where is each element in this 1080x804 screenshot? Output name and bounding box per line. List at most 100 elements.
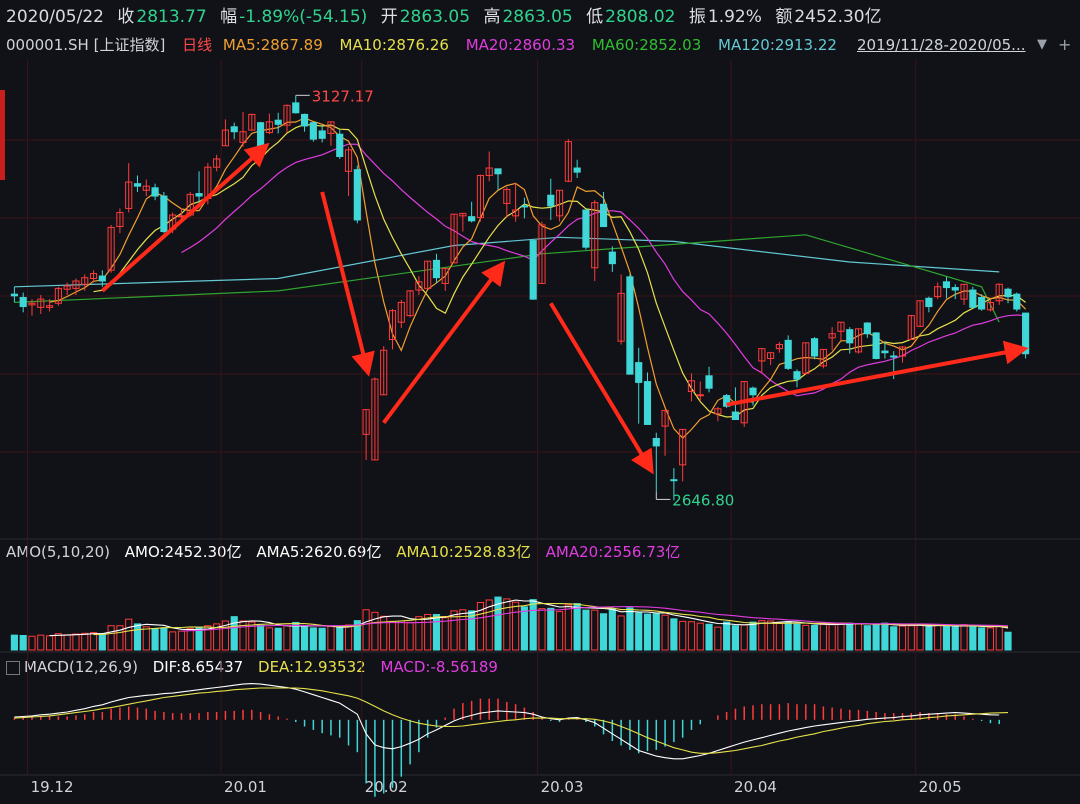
amo-bar: [441, 617, 449, 651]
candle-body: [432, 259, 441, 279]
candle-body: [626, 276, 634, 375]
trend-arrow-up: [382, 260, 506, 425]
amo-bar: [819, 623, 827, 651]
candle-body: [969, 289, 977, 308]
candle-body: [529, 240, 537, 300]
amo-bar: [591, 609, 599, 651]
min-label: 2646.80: [672, 491, 734, 509]
amo-bar: [854, 623, 863, 651]
amo-bar: [573, 603, 581, 651]
amo-bar: [257, 624, 265, 651]
amo-bar: [512, 601, 520, 651]
candle-body: [731, 411, 740, 421]
amo-bar: [459, 609, 467, 651]
candle-body: [160, 195, 168, 233]
amo-bar: [406, 621, 414, 651]
amo-bar: [872, 623, 880, 651]
amo-bar: [54, 633, 62, 651]
candle-body: [468, 216, 476, 222]
candle-body: [195, 193, 203, 197]
candle-body: [652, 437, 660, 447]
candle-body: [10, 293, 18, 297]
amo-bar: [283, 624, 291, 651]
candle-body: [599, 203, 608, 228]
amo-bar: [538, 608, 546, 651]
amo-bar: [432, 613, 441, 651]
candle-body: [925, 297, 933, 308]
amo-bar: [186, 628, 194, 651]
amo-bar: [19, 635, 27, 651]
x-tick-label: 19.12: [31, 778, 74, 796]
amo-bar: [336, 627, 344, 651]
amo-bar: [151, 628, 159, 651]
amo-bar: [582, 609, 590, 651]
x-tick-label: 20.02: [365, 778, 408, 796]
candle-body: [547, 194, 555, 207]
x-tick-label: 20.05: [919, 778, 962, 796]
amo-bar: [960, 624, 968, 651]
candle-body: [942, 281, 951, 289]
amo-bar: [758, 620, 766, 651]
amo-bar: [907, 625, 915, 651]
amo-bar: [951, 626, 959, 651]
trend-arrow-up: [101, 142, 270, 293]
candles: [10, 95, 1030, 501]
amo-bar: [837, 622, 845, 651]
amo-bar: [679, 620, 687, 651]
amo-bar: [274, 627, 282, 651]
candle-body: [793, 371, 801, 380]
amo-bar: [775, 621, 783, 651]
max-label: 3127.17: [312, 87, 374, 105]
amo-bar: [898, 625, 907, 651]
amo-bar: [784, 621, 792, 651]
amo-bar: [687, 621, 696, 651]
candle-body: [749, 387, 757, 396]
grid-lines: [0, 60, 1080, 776]
amo-bar: [740, 624, 748, 651]
amo-bar: [344, 624, 353, 651]
candle-body: [300, 113, 309, 127]
amo-bar: [547, 607, 555, 651]
candle-body: [608, 251, 616, 265]
amo-bar: [177, 630, 186, 651]
amo-bar: [98, 633, 106, 651]
amo-bar: [723, 621, 731, 651]
amo-bar: [652, 613, 660, 651]
amo-bar: [160, 627, 168, 651]
candle-body: [292, 102, 300, 114]
amo-bar: [696, 622, 704, 651]
candle-body: [881, 350, 889, 354]
candle-body: [872, 332, 880, 359]
amo-bar: [599, 613, 608, 651]
ma60-line: [14, 234, 1000, 323]
amo-bar: [731, 625, 740, 651]
candle-body: [353, 169, 361, 221]
candle-body: [810, 338, 819, 357]
ma120-line: [14, 236, 1000, 288]
amo-bar: [1004, 631, 1012, 651]
amo-bar: [555, 611, 564, 651]
candle-body: [705, 375, 713, 389]
stock-chart[interactable]: 19.12 20.01 20.02 20.03 20.04 20.05 3127.17 264…: [0, 0, 1080, 804]
amo-bar: [169, 631, 177, 651]
x-tick-label: 20.03: [541, 778, 584, 796]
amo-bar: [643, 613, 652, 651]
amo-bar: [916, 624, 924, 651]
amo-bar: [934, 624, 942, 651]
candle-body: [274, 119, 282, 125]
amo-bar: [863, 625, 871, 651]
amo-bar: [564, 604, 572, 651]
ma20-line: [181, 143, 1026, 397]
amo-bar: [318, 627, 326, 651]
amo-bar: [10, 634, 18, 651]
amo-bar: [133, 623, 142, 651]
amo-bar: [846, 622, 854, 651]
amo-bar: [714, 626, 722, 651]
candle-body: [573, 167, 581, 173]
candle-body: [257, 122, 265, 147]
candle-body: [951, 287, 959, 291]
amo-bar: [802, 624, 810, 651]
dif-line: [14, 683, 1000, 760]
amo-bar: [793, 623, 801, 651]
amo-bar: [881, 622, 889, 651]
